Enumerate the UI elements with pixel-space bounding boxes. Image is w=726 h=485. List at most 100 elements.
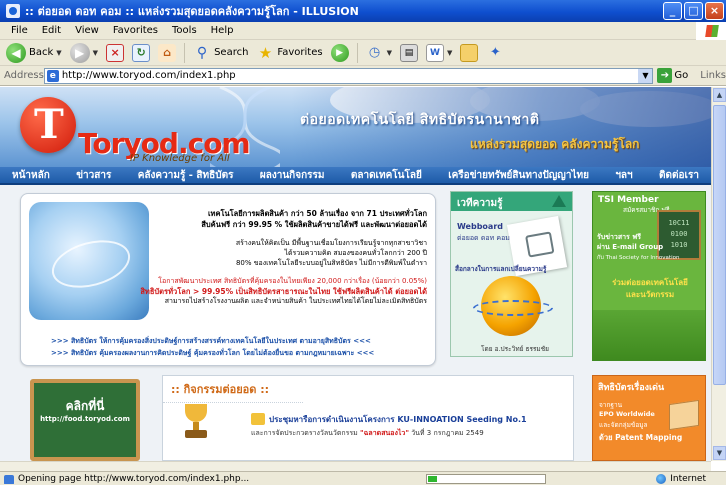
nav-knowledge[interactable]: คลังความรู้ - สิทธิบัตร	[138, 168, 234, 183]
back-dropdown-icon[interactable]: ▼	[56, 49, 61, 57]
tsi-cta: และนวัตกรรม	[625, 290, 675, 299]
folder-icon	[460, 43, 479, 62]
trophy-icon	[179, 404, 213, 444]
menu-edit[interactable]: Edit	[35, 25, 68, 36]
toolbar: ◀ Back ▼ ▶ ▼ × ↻ ⌂ ⚲ Search ★ Favorites …	[0, 40, 726, 66]
menu-bar: File Edit View Favorites Tools Help	[0, 22, 726, 40]
edit-dropdown-icon[interactable]: ▼	[447, 49, 452, 57]
links-button[interactable]: Links	[700, 70, 726, 81]
history-button[interactable]: ◷ ▼	[364, 42, 394, 64]
tsi-footer-band	[593, 310, 705, 360]
patent-title: สิทธิบัตรเรื่องเด่น	[598, 383, 665, 393]
knowledge-forum-card[interactable]: เวทีความรู้ Webboard ต่อยอด ดอท คอม สื่อ…	[450, 191, 573, 357]
scroll-up-icon[interactable]: ▲	[713, 88, 726, 102]
food-title: คลิกที่นี่	[65, 399, 105, 413]
forward-dropdown-icon[interactable]: ▼	[93, 49, 98, 57]
box-icon	[669, 399, 699, 431]
close-button[interactable]: ×	[705, 2, 724, 20]
scroll-down-icon[interactable]: ▼	[713, 446, 726, 460]
promo-panel: เทคโนโลยีการผลิตสินค้า กว่า 50 ล้านเรื่อ…	[20, 193, 436, 366]
ie-icon	[6, 4, 20, 18]
address-input[interactable]: e http://www.toryod.com/index1.php ▼	[43, 67, 654, 84]
back-label: Back	[29, 47, 54, 58]
forward-button[interactable]: ▶ ▼	[68, 42, 100, 64]
promo-text: สืบค้นฟรี กว่า 99.95 % ใช้ผลิตสินค้าขายไ…	[201, 220, 427, 229]
knowledge-cta: สื่อกลางในการแลกเปลี่ยนความรู้	[455, 265, 547, 273]
banner-headline: ต่อยอดเทคโนโลยี สิทธิบัตรนานาชาติ	[300, 112, 540, 128]
menu-favorites[interactable]: Favorites	[106, 25, 165, 36]
toolbar-separator	[184, 42, 186, 63]
home-button[interactable]: ⌂	[156, 42, 178, 64]
search-label: Search	[214, 47, 249, 58]
promo-link[interactable]: >>> สิทธิบัตร คุ้มครองผลงานการคิดประดิษฐ…	[51, 348, 374, 359]
window-title: :: ต่อยอด ดอท คอม :: แหล่งรวมสุดยอดคลังค…	[25, 5, 359, 18]
site-tagline: IP Knowledge for All	[130, 153, 230, 164]
menu-file[interactable]: File	[4, 25, 35, 36]
page-load-progress	[426, 473, 546, 484]
patent-text: และจัดกลุ่มข้อมูล	[599, 421, 648, 429]
menu-view[interactable]: View	[68, 25, 106, 36]
promo-link[interactable]: >>> สิทธิบัตร ให้การคุ้มครองสิ่งประดิษฐ์…	[51, 336, 371, 347]
featured-patent-card[interactable]: สิทธิบัตรเรื่องเด่น จากฐาน EPO Worldwide…	[592, 375, 706, 461]
food-link-board[interactable]: คลิกที่นี่ http://food.toryod.com	[30, 379, 140, 461]
activity-detail-c: วันที่ 3 กรกฎาคม 2549	[411, 429, 484, 437]
folder-button[interactable]	[458, 42, 480, 64]
nav-news[interactable]: ข่าวสาร	[76, 168, 111, 183]
address-label: Address	[4, 70, 44, 81]
horizontal-scrollbar[interactable]	[0, 461, 711, 471]
nav-tech-market[interactable]: ตลาดเทคโนโลยี	[351, 168, 422, 183]
stop-icon: ×	[106, 43, 125, 62]
nav-contact[interactable]: ติดต่อเรา	[659, 168, 699, 183]
window-titlebar: :: ต่อยอด ดอท คอม :: แหล่งรวมสุดยอดคลังค…	[0, 0, 726, 22]
menu-help[interactable]: Help	[204, 25, 241, 36]
window-controls: _ □ ×	[663, 2, 724, 20]
address-dropdown-icon[interactable]: ▼	[638, 68, 653, 83]
go-button[interactable]: ➔ Go	[657, 68, 688, 83]
vertical-scrollbar[interactable]: ▲ ▼	[711, 87, 726, 461]
chalkboard-icon: 10C11 0100 1010	[657, 210, 701, 260]
maximize-button[interactable]: □	[684, 2, 703, 20]
print-button[interactable]: ▤	[398, 42, 420, 64]
menu-tools[interactable]: Tools	[165, 25, 204, 36]
nav-activities[interactable]: ผลงานกิจกรรม	[260, 168, 325, 183]
back-button[interactable]: ◀ Back ▼	[4, 42, 64, 64]
messenger-icon: ✦	[489, 45, 501, 60]
patent-text: ด้วย Patent Mapping	[599, 433, 683, 442]
refresh-button[interactable]: ↻	[130, 42, 152, 64]
favorites-button[interactable]: ★ Favorites	[254, 42, 324, 64]
food-url: http://food.toryod.com	[40, 415, 130, 423]
minimize-button[interactable]: _	[663, 2, 682, 20]
patent-text: EPO Worldwide	[599, 410, 655, 418]
go-arrow-icon: ➔	[657, 68, 673, 83]
activity-headline[interactable]: ประชุมหารือการดำเนินงานโครงการ KU-INNOAT…	[269, 413, 527, 426]
activity-panel: :: กิจกรรมต่อยอด :: ประชุมหารือการดำเนิน…	[162, 375, 574, 461]
refresh-icon: ↻	[132, 43, 151, 62]
history-dropdown-icon[interactable]: ▼	[387, 49, 392, 57]
board-digits: 10C11	[668, 219, 690, 227]
home-icon: ⌂	[158, 43, 177, 62]
favorites-label: Favorites	[277, 47, 323, 58]
favorites-star-icon: ★	[258, 43, 273, 62]
nav-ip-network[interactable]: เครือข่ายทรัพย์สินทางปัญญาไทย	[448, 168, 589, 183]
board-digits: 0100	[670, 230, 688, 238]
search-icon: ⚲	[196, 44, 208, 61]
site-logo[interactable]: T	[20, 97, 76, 153]
progress-fill	[428, 475, 438, 482]
knowledge-domain: ต่อยอด ดอท คอม	[457, 234, 510, 242]
internet-globe-icon	[656, 473, 667, 484]
edit-button[interactable]: W ▼	[424, 42, 454, 64]
activity-detail-a: และการจัดประกวดรางวัลนวัตกรรม	[251, 429, 358, 437]
forward-icon: ▶	[69, 42, 90, 63]
promo-text: 80% ของเทคโนโลยีระบบอยู่ในสิทธิบัตร ไม่ม…	[235, 259, 427, 267]
messenger-button[interactable]: ✦	[484, 42, 506, 64]
page-viewport: T Toryod.com IP Knowledge for All ต่อยอด…	[0, 87, 711, 461]
search-button[interactable]: ⚲ Search	[191, 42, 250, 64]
stop-button[interactable]: ×	[104, 42, 126, 64]
nav-misc[interactable]: ฯลฯ	[615, 168, 632, 183]
media-button[interactable]: ▶	[329, 42, 351, 64]
nav-home[interactable]: หน้าหลัก	[12, 168, 50, 183]
tsi-member-card[interactable]: TSI Member สมัครสมาชิก ฟรี 10C11 0100 10…	[592, 191, 706, 361]
scroll-thumb[interactable]	[713, 105, 726, 385]
tsi-text: ผ่าน E-mail Group	[597, 243, 664, 251]
tsi-title: TSI Member	[598, 195, 659, 205]
